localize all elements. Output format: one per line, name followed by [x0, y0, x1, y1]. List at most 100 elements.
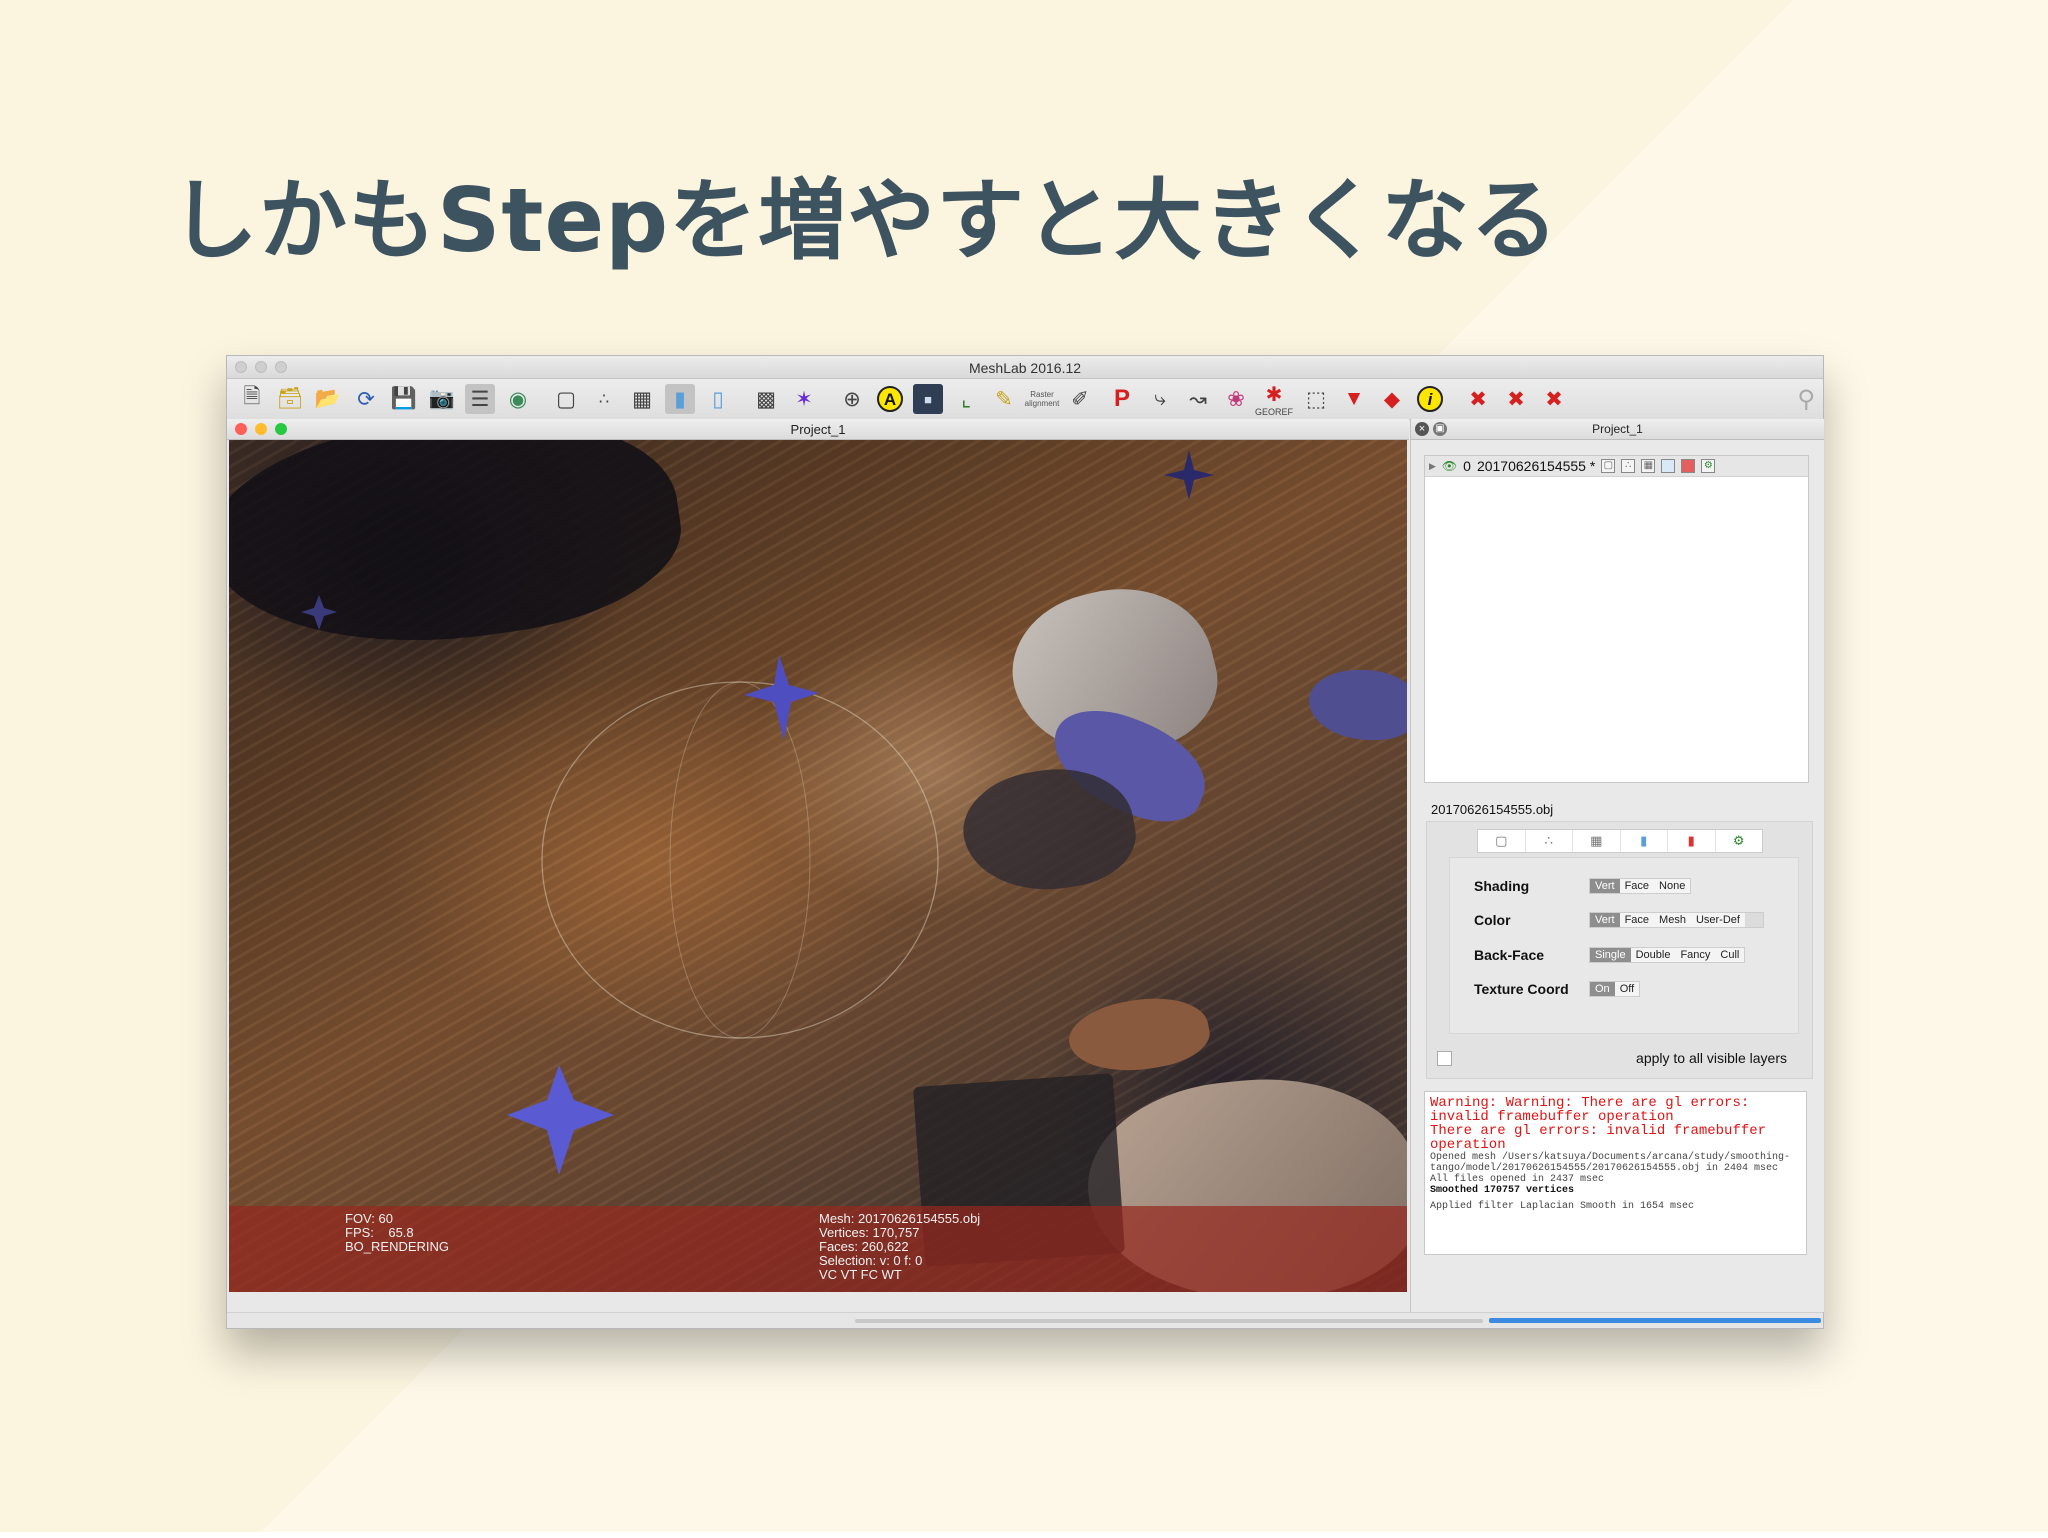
layer-index: 0 [1463, 458, 1471, 474]
select-icon[interactable]: ⤷ [1145, 384, 1175, 414]
log-all-opened: All files opened in 2437 msec [1430, 1174, 1605, 1185]
axes-icon[interactable]: ✶ [789, 384, 819, 414]
trackball-icon[interactable]: ⊕ [837, 384, 867, 414]
paint-icon[interactable]: ✎ [989, 384, 1019, 414]
open-project-icon[interactable]: 🗃 [275, 384, 305, 414]
3d-viewport[interactable]: FOV: 60 FPS: 65.8 BO_RENDERING Mesh: 201… [229, 440, 1407, 1292]
trackball-ring [541, 681, 939, 1039]
texcoord-row: Texture Coord On Off [1474, 981, 1641, 997]
viewport-overlay [301, 450, 1214, 1175]
points-icon[interactable]: ∴ [589, 384, 619, 414]
smooth-shading-icon[interactable]: ▮ [665, 384, 695, 414]
backface-fancy[interactable]: Fancy [1675, 948, 1715, 962]
color-swatch[interactable] [1744, 913, 1763, 927]
pickpoints-icon[interactable]: P [1107, 384, 1137, 414]
trackball-meridian [669, 681, 811, 1039]
texture-tab-icon[interactable]: ▮ [1668, 830, 1716, 852]
attributes-text: VC VT FC WT [819, 1267, 902, 1282]
delete-vert-icon[interactable]: ✖ [1501, 384, 1531, 414]
layers-icon[interactable]: ☰ [465, 384, 495, 414]
viewer-tabbar: Project_1 [227, 419, 1409, 440]
gear-tab-icon[interactable]: ⚙ [1716, 830, 1763, 852]
status-bar [227, 1312, 1823, 1328]
window-titlebar: MeshLab 2016.12 [227, 356, 1823, 379]
solid-mini-icon[interactable] [1661, 459, 1676, 473]
bbox-icon[interactable]: ▢ [551, 384, 581, 414]
fps-text: FPS: 65.8 [345, 1225, 414, 1240]
solid-tab-icon[interactable]: ▮ [1621, 830, 1668, 852]
points-tab-icon[interactable]: ∴ [1526, 830, 1573, 852]
eye-icon[interactable]: 👁 [1442, 459, 1457, 473]
backface-cull[interactable]: Cull [1715, 948, 1744, 962]
layer-row[interactable]: ▶ 👁 0 20170626154555 * ▢ ∴ ▦ ⚙ [1425, 456, 1808, 477]
log-applied: Applied filter Laplacian Smooth in 1654 … [1430, 1201, 1695, 1212]
shading-row: Shading Vert Face None [1474, 878, 1692, 894]
delete-face-icon[interactable]: ✖ [1539, 384, 1569, 414]
bottom-strip [0, 1532, 2048, 1538]
color-row: Color Vert Face Mesh User-Def [1474, 912, 1764, 928]
color-selector: Vert Face Mesh User-Def [1589, 912, 1764, 928]
color-mesh[interactable]: Mesh [1654, 913, 1691, 927]
reload-icon[interactable]: ⟳ [351, 384, 381, 414]
flat-shading-icon[interactable]: ▯ [703, 384, 733, 414]
backface-label: Back-Face [1474, 947, 1545, 963]
layer-name: 20170626154555 * [1476, 458, 1596, 474]
measure-icon[interactable]: ↝ [1183, 384, 1213, 414]
slide-title: しかもStepを増やすと大きくなる [170, 169, 1560, 272]
search-icon[interactable]: ⚲ [1797, 385, 1815, 414]
raster-alignment-icon[interactable]: Raster alignment [1025, 384, 1060, 414]
selected-mesh-name: 20170626154555.obj [1431, 802, 1554, 817]
wire-mini-icon[interactable]: ▦ [1641, 459, 1656, 473]
brush-icon[interactable]: ✐ [1065, 384, 1095, 414]
raster-icon[interactable]: ■ [913, 384, 943, 414]
select-face-icon[interactable]: ▼ [1339, 384, 1369, 414]
meshlab-window: MeshLab 2016.12 🗎 🗃 📂 ⟳ 💾 📷 ☰ ◉ ▢ ∴ ▦ ▮ … [226, 355, 1824, 1329]
apply-all-checkbox[interactable] [1437, 1051, 1452, 1066]
georef-label: GEOREF [1255, 406, 1294, 417]
log-window: Warning: Warning: There are gl errors: i… [1424, 1091, 1807, 1255]
open-mesh-icon[interactable]: 📂 [313, 384, 343, 414]
select-conn-icon[interactable]: ◆ [1377, 384, 1407, 414]
annotation-a-icon[interactable]: A [875, 384, 905, 414]
shading-label: Shading [1474, 878, 1530, 894]
delete-icon[interactable]: ✖ [1463, 384, 1493, 414]
color-vert[interactable]: Vert [1590, 913, 1620, 927]
wireframe-icon[interactable]: ▦ [627, 384, 657, 414]
points-mini-icon[interactable]: ∴ [1621, 459, 1636, 473]
bbox-mini-icon[interactable]: ▢ [1601, 459, 1616, 473]
shading-none[interactable]: None [1654, 879, 1690, 893]
bbox-tab-icon[interactable]: ▢ [1478, 830, 1526, 852]
viewer-title: Project_1 [790, 422, 846, 437]
georef-icon[interactable]: ✱ GEOREF [1255, 384, 1293, 417]
log-warning-2: There are gl errors: invalid framebuffer… [1430, 1123, 1775, 1153]
shading-face[interactable]: Face [1620, 879, 1654, 893]
gear-mini-icon[interactable]: ⚙ [1701, 459, 1716, 473]
texcoord-on[interactable]: On [1590, 982, 1615, 996]
backface-single[interactable]: Single [1590, 948, 1631, 962]
rabbit-icon[interactable]: ❀ [1221, 384, 1251, 414]
info-icon[interactable]: i [1415, 384, 1445, 414]
log-opened: Opened mesh /Users/katsuya/Documents/arc… [1430, 1152, 1791, 1174]
backface-selector: Single Double Fancy Cull [1589, 947, 1746, 963]
shading-vert[interactable]: Vert [1590, 879, 1620, 893]
select-vertex-icon[interactable]: ⬚ [1301, 384, 1331, 414]
globe-icon[interactable]: ◉ [503, 384, 533, 414]
save-icon[interactable]: 💾 [389, 384, 419, 414]
color-user-def[interactable]: User-Def [1691, 913, 1745, 927]
sparkle-top [744, 655, 819, 740]
texcoord-off[interactable]: Off [1615, 982, 1639, 996]
render-mode-tabs: ▢ ∴ ▦ ▮ ▮ ⚙ [1477, 829, 1763, 853]
snapshot-icon[interactable]: 📷 [427, 384, 457, 414]
new-document-icon[interactable]: 🗎 [237, 384, 267, 414]
frame-icon[interactable]: ⌞ [951, 384, 981, 414]
expand-arrow-icon[interactable]: ▶ [1429, 461, 1436, 472]
wire-tab-icon[interactable]: ▦ [1573, 830, 1621, 852]
window-title: MeshLab 2016.12 [968, 360, 1082, 376]
log-smoothed: Smoothed 170757 vertices [1430, 1185, 1575, 1196]
color-face[interactable]: Face [1620, 913, 1654, 927]
apply-all-label: apply to all visible layers [1636, 1050, 1787, 1066]
texture-mini-icon[interactable] [1681, 459, 1696, 473]
backface-double[interactable]: Double [1631, 948, 1676, 962]
mesh-name-text: Mesh: 20170626154555.obj [819, 1211, 981, 1226]
lighting-icon[interactable]: ▩ [751, 384, 781, 414]
